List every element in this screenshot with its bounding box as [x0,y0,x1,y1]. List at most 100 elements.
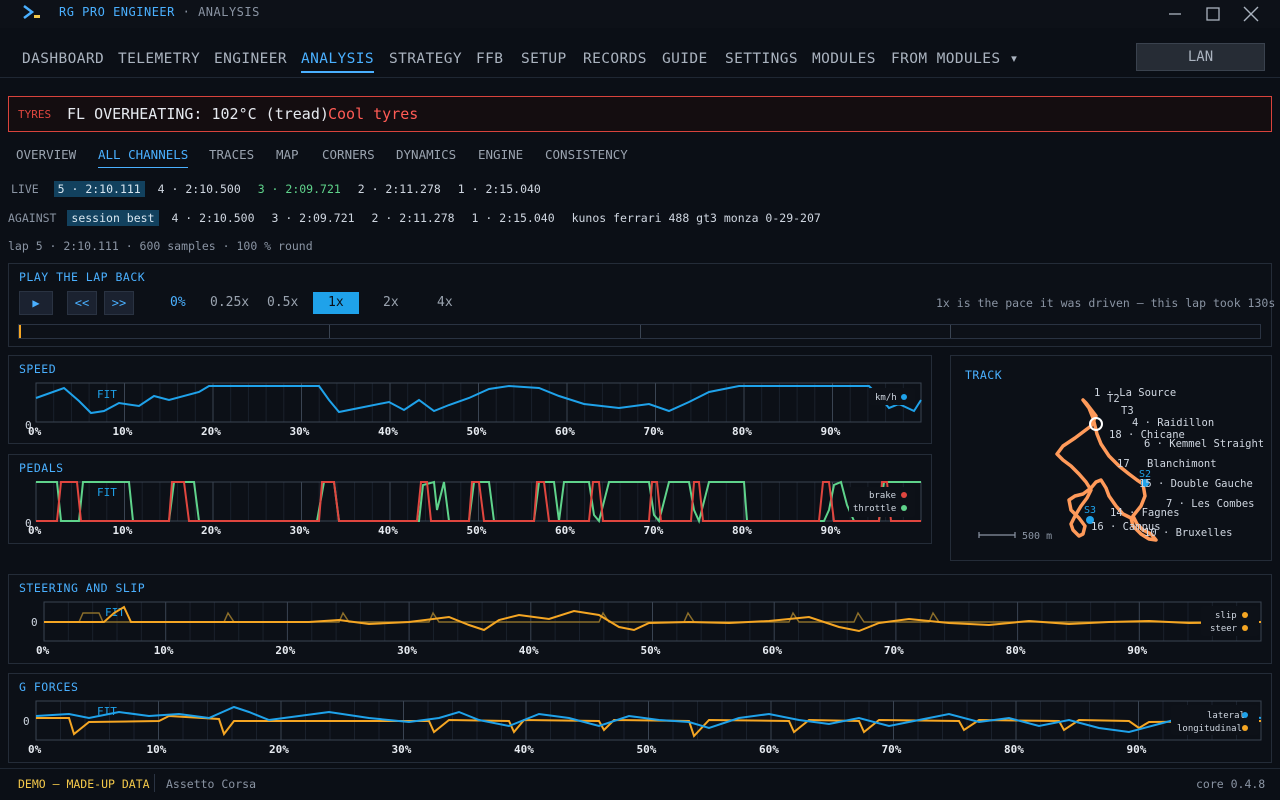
demo-badge: DEMO — MADE-UP DATA [18,777,150,791]
x-tick-label: 10% [154,644,174,657]
x-tick-label: 50% [467,425,487,438]
steering-chart: FIT 0 0% 10% 20% 30% 40% 50% 60% 70% 80% 90% slip… [31,601,1262,657]
nav-engineer[interactable]: ENGINEER [214,51,287,67]
subtab-corners[interactable]: CORNERS [322,147,375,162]
x-tick-label: 30% [392,743,412,756]
nav-analysis[interactable]: ANALYSIS [301,51,375,73]
against-reference-file[interactable]: kunos ferrari 488 gt3 monza 0-29-207 [572,211,821,225]
minimize-icon[interactable] [1164,4,1186,24]
maximize-icon[interactable] [1202,4,1224,24]
subtab-all-channels[interactable]: ALL CHANNELS [98,147,189,168]
corner-17: 17 [1117,458,1130,470]
live-lap-2[interactable]: 2 · 2:11.278 [358,182,441,196]
nav-guide[interactable]: GUIDE [662,51,708,67]
nav-setup[interactable]: SETUP [521,51,567,67]
nav-telemetry[interactable]: TELEMETRY [118,51,200,67]
x-tick-label: 10% [113,425,133,438]
nav-dashboard[interactable]: DASHBOARD [22,51,104,67]
against-lap-4[interactable]: 4 · 2:10.500 [171,211,254,225]
against-lap-1[interactable]: 1 · 2:15.040 [472,211,555,225]
x-tick-label: 30% [290,425,310,438]
against-lap-3[interactable]: 3 · 2:09.721 [271,211,354,225]
x-tick-label: 90% [1127,644,1147,657]
track-map: 1 · La Source T2 T3 4 · Raidillon 18 · C… [978,387,1264,542]
corner-kemmel: 6 · Kemmel Straight [1144,438,1264,450]
x-tick-label: 0% [28,425,42,438]
playback-title: PLAY THE LAP BACK [19,270,146,284]
nav-from-modules[interactable]: FROM MODULES ▾ [891,51,1019,67]
corner-raidillon: 4 · Raidillon [1132,417,1214,429]
forward-button[interactable]: >> [104,291,134,315]
x-tick-label: 50% [641,644,661,657]
scrubber-divider [640,325,641,338]
x-tick-label: 10% [113,524,133,537]
subtab-map[interactable]: MAP [276,147,299,162]
live-lap-5[interactable]: 5 · 2:10.111 [53,181,145,197]
x-tick-label: 80% [1004,743,1024,756]
x-tick-label: 50% [467,524,487,537]
corner-blanchimont: Blanchimont [1147,458,1217,470]
against-lap-2[interactable]: 2 · 2:11.278 [372,211,455,225]
play-button[interactable]: ▶ [19,291,53,315]
speed-0-5x[interactable]: 0.5x [267,295,298,310]
steering-legend-steer: steer [1210,624,1238,634]
sector-3-label: S3 [1084,505,1096,516]
speed-2x[interactable]: 2x [383,295,399,310]
x-tick-label: 80% [1006,644,1026,657]
corner-t2: T2 [1107,393,1120,405]
pedals-panel: PEDALS FIT 0 0% 10% 20% 30% 40% 50% 60% 70% 80% 9… [8,454,932,544]
speed-0-25x[interactable]: 0.25x [210,295,249,310]
x-tick-label: 70% [884,644,904,657]
x-tick-label: 20% [201,425,221,438]
corner-double-gauche: 15 · Double Gauche [1139,478,1253,490]
app-title: RG PRO ENGINEER · ANALYSIS [59,5,260,19]
subtab-engine[interactable]: ENGINE [478,147,523,162]
close-icon[interactable] [1240,4,1262,24]
playback-scrubber[interactable] [18,324,1261,339]
status-divider [154,774,155,792]
x-tick-label: 50% [637,743,657,756]
x-tick-label: 10% [147,743,167,756]
subtab-consistency[interactable]: CONSISTENCY [545,147,628,162]
nav-ffb[interactable]: FFB [476,51,503,67]
corner-fagnes: 14 · Fagnes [1110,507,1180,519]
x-tick-label: 70% [644,524,664,537]
nav-strategy[interactable]: STRATEGY [389,51,462,67]
scrubber-handle[interactable] [19,325,21,338]
nav-records[interactable]: RECORDS [583,51,647,67]
pedals-legend-throttle: throttle [853,504,896,514]
x-tick-label: 90% [1127,743,1147,756]
x-tick-label: 0% [36,644,50,657]
lan-button[interactable]: LAN [1136,43,1265,71]
live-lap-3[interactable]: 3 · 2:09.721 [258,182,341,196]
x-tick-label: 90% [821,425,841,438]
rewind-button[interactable]: << [67,291,97,315]
app-logo-icon [23,5,40,19]
subtab-dynamics[interactable]: DYNAMICS [396,147,456,162]
speed-chart: FIT 0 0% 10% 20% 30% 40% 50% 60% 70% 80% 90% km/h [25,382,922,438]
speed-1x[interactable]: 1x [313,292,359,314]
x-tick-label: 70% [644,425,664,438]
x-tick-label: 0% [28,743,42,756]
against-lap-selector: AGAINST session best 4 · 2:10.500 3 · 2:… [8,210,821,226]
x-tick-label: 80% [732,524,752,537]
speed-4x[interactable]: 4x [437,295,453,310]
scale-bar [978,532,1016,538]
playback-hint: 1x is the pace it was driven — this lap … [936,296,1276,310]
against-session-best[interactable]: session best [67,210,159,226]
nav-settings[interactable]: SETTINGS [725,51,798,67]
live-lap-1[interactable]: 1 · 2:15.040 [458,182,541,196]
brake-legend-dot [901,492,907,498]
subtab-overview[interactable]: OVERVIEW [16,147,76,162]
subtab-traces[interactable]: TRACES [209,147,254,162]
nav-modules[interactable]: MODULES [812,51,876,67]
gforce-legend-lateral: lateral [1207,711,1245,721]
x-tick-label: 40% [514,743,534,756]
alert-message: FL OVERHEATING: 102°C (tread) [67,105,329,123]
x-tick-label: 70% [882,743,902,756]
live-lap-4[interactable]: 4 · 2:10.500 [158,182,241,196]
x-tick-label: 90% [821,524,841,537]
scrubber-divider [329,325,330,338]
playback-progress: 0% [170,295,186,310]
lateral-legend-dot [1242,712,1248,718]
